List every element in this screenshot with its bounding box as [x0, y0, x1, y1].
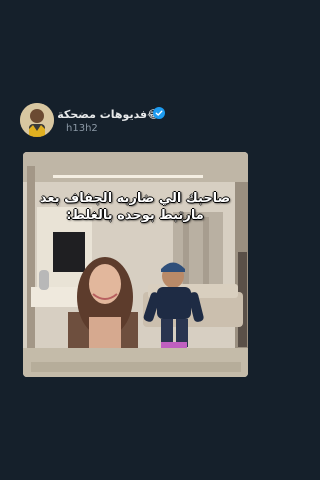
video-frame-image	[23, 152, 248, 377]
post-header: 😂فديوهات مضحكة h13h2	[20, 103, 250, 139]
video-media[interactable]: صاحبك الي ضاربه الجفاف بعد مارتبط بوحده …	[23, 152, 248, 377]
handle[interactable]: h13h2	[66, 123, 98, 134]
verified-badge-icon	[153, 107, 165, 119]
avatar[interactable]	[20, 103, 54, 137]
video-caption: صاحبك الي ضاربه الجفاف بعد مارتبط بوحده …	[39, 191, 231, 223]
avatar-image	[20, 103, 54, 137]
display-name[interactable]: 😂فديوهات مضحكة	[57, 108, 160, 121]
